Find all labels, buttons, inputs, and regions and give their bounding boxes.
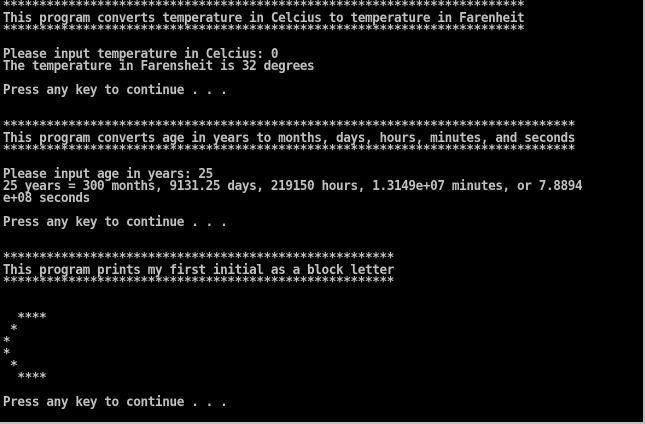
console-line: Press any key to continue . . .	[2, 395, 228, 410]
console-line: *	[2, 347, 11, 362]
console-line: ****************************************…	[2, 143, 575, 158]
console-line: ****************************************…	[2, 275, 394, 290]
console-line: The temperature in Farensheit is 32 degr…	[2, 59, 315, 74]
console-line: Press any key to continue . . .	[2, 83, 228, 98]
console-line: *	[2, 335, 11, 350]
console-line: e+08 seconds	[2, 191, 90, 206]
console-line: Press any key to continue . . .	[2, 215, 228, 230]
console-line: 25 years = 300 months, 9131.25 days, 219…	[2, 179, 583, 194]
console-line: *	[2, 359, 18, 374]
console-line: ****************************************…	[2, 23, 525, 38]
console-line: *	[2, 323, 18, 338]
console-line: ****	[2, 311, 47, 326]
console-output: ****************************************…	[0, 0, 627, 409]
console-line: ****	[2, 371, 47, 386]
console-window[interactable]: ****************************************…	[0, 0, 645, 424]
